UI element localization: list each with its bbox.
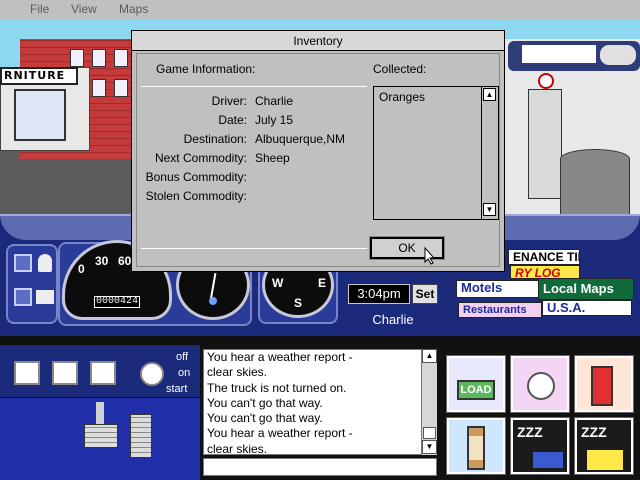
dialog-title: Inventory: [132, 31, 504, 51]
zzz-text: ZZZ: [581, 424, 607, 440]
battery-icon[interactable]: [52, 361, 78, 385]
message-line: You hear a weather report -: [207, 426, 353, 441]
plate-icon: [527, 372, 555, 400]
building-window: [92, 79, 106, 97]
store-window: [14, 89, 66, 141]
menu-view[interactable]: View: [71, 2, 97, 16]
ignition-on-label: on: [178, 367, 191, 379]
fuel-tank: [560, 149, 630, 219]
clock-display: 3:04pm: [348, 284, 410, 304]
speedometer-tick: 30: [95, 254, 109, 268]
gas-pedal[interactable]: [130, 414, 152, 458]
book-log[interactable]: RY LOG: [510, 265, 580, 279]
fuel-needle-hub: [209, 297, 217, 305]
next-commodity-value: Sheep: [255, 151, 290, 165]
gas-pump-icon[interactable]: [574, 355, 634, 413]
wiper-button[interactable]: [14, 288, 32, 306]
compass-east: E: [318, 276, 327, 290]
pump-body: [591, 366, 613, 406]
zzz-text: ZZZ: [517, 424, 543, 440]
driver-name: Charlie: [372, 312, 414, 327]
command-input[interactable]: [203, 458, 437, 476]
lights-panel: [6, 244, 58, 324]
clutch-stem: [96, 402, 104, 426]
furniture-sign: RNITURE: [0, 67, 78, 85]
book-local-maps[interactable]: Local Maps: [538, 278, 634, 300]
menu-bar: File View Maps: [0, 0, 640, 19]
book-usa-atlas[interactable]: U.S.A.: [542, 300, 632, 316]
building-window: [92, 49, 106, 67]
hourglass-icon[interactable]: [446, 417, 506, 475]
message-line: You can't go that way.: [207, 411, 323, 426]
separator: [141, 248, 367, 249]
gas-pump: [528, 89, 562, 199]
menu-file[interactable]: File: [30, 2, 49, 16]
message-line: You hear a weather report -: [207, 350, 353, 364]
bonus-commodity-label: Bonus Commodity:: [145, 170, 247, 184]
driver-value: Charlie: [255, 94, 294, 108]
scroll-up-arrow-icon[interactable]: ▲: [422, 349, 437, 363]
message-line: The truck is not turned on.: [207, 380, 347, 395]
speedometer-tick: 60: [118, 254, 132, 268]
destination-value: Albuquerque,NM: [255, 132, 346, 146]
message-line: You can't go that way.: [207, 395, 323, 410]
stolen-commodity-label: Stolen Commodity:: [145, 189, 247, 203]
hourglass-body: [467, 426, 485, 470]
motel-shape: [587, 450, 623, 470]
radar-detector-icon: [600, 45, 636, 65]
scroll-up-arrow-icon[interactable]: ▲: [483, 88, 496, 101]
date-label: Date:: [218, 113, 247, 127]
ignition-key-icon[interactable]: [140, 362, 164, 386]
sleep-motel-icon[interactable]: ZZZ: [574, 417, 634, 475]
game-info-heading: Game Information:: [156, 62, 256, 76]
cb-radio-icon[interactable]: [14, 361, 40, 385]
separator: [141, 86, 367, 87]
set-clock-button[interactable]: Set: [412, 284, 438, 304]
ignition-start-label: start: [166, 383, 188, 395]
load-icon[interactable]: LOAD: [446, 355, 506, 413]
destination-label: Destination:: [183, 132, 247, 146]
truck-shape: [533, 452, 563, 468]
light-bulb-icon: [38, 254, 52, 272]
scroll-down-arrow-icon[interactable]: ▼: [483, 203, 496, 216]
menu-maps[interactable]: Maps: [119, 2, 148, 16]
overhead-display: [522, 45, 596, 63]
scroll-down-arrow-icon[interactable]: ▼: [422, 440, 437, 454]
building-window: [114, 79, 128, 97]
odometer: 0000424: [94, 296, 140, 308]
collected-heading: Collected:: [373, 62, 427, 76]
book-maintenance-tips[interactable]: ENANCE TIPS: [508, 249, 580, 265]
collected-scrollbar[interactable]: ▲ ▼: [481, 87, 498, 219]
scroll-thumb[interactable]: [423, 427, 436, 439]
message-scrollbar[interactable]: ▲ ▼: [421, 349, 437, 455]
no-smoking-sign-icon: [538, 73, 554, 89]
wiper-icon: [36, 290, 54, 304]
restaurant-icon[interactable]: [510, 355, 570, 413]
message-line: clear skies.: [207, 365, 268, 380]
book-restaurants[interactable]: Restaurants: [458, 302, 542, 318]
compass-south: S: [294, 296, 303, 310]
book-motels[interactable]: Motels: [456, 280, 540, 298]
collected-list[interactable]: Oranges ▲ ▼: [373, 86, 499, 220]
inventory-dialog: Inventory Game Information: Collected: D…: [131, 30, 505, 272]
message-line: clear skies.: [207, 441, 268, 455]
collected-item[interactable]: Oranges: [379, 90, 425, 104]
unlock-icon[interactable]: [90, 361, 116, 385]
load-sign: LOAD: [457, 380, 495, 400]
date-value: July 15: [255, 113, 294, 127]
headlight-button[interactable]: [14, 254, 32, 272]
compass-west: W: [272, 276, 284, 290]
ignition-off-label: off: [176, 351, 189, 363]
building-window: [70, 49, 84, 67]
mouse-cursor-icon: [424, 247, 436, 265]
building-window: [114, 49, 128, 67]
driver-label: Driver:: [211, 94, 247, 108]
clutch-pedal[interactable]: [84, 424, 118, 448]
speedometer-tick: 0: [78, 262, 85, 276]
sleep-truck-icon[interactable]: ZZZ: [510, 417, 570, 475]
message-log: You hear a weather report - clear skies.…: [203, 349, 437, 455]
next-commodity-label: Next Commodity:: [154, 151, 247, 165]
